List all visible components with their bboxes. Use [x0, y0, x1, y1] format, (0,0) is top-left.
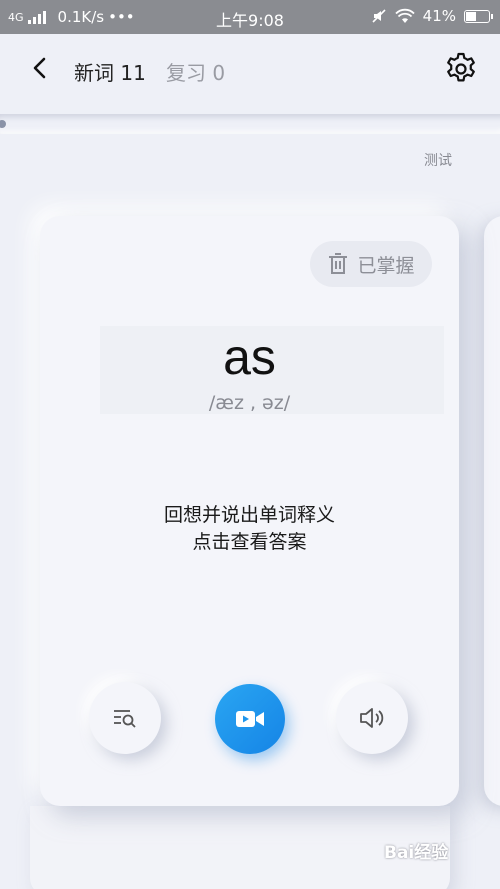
word-card[interactable]: 已掌握 as /æz , əz/ 回想并说出单词释义 点击查看答案	[40, 216, 459, 806]
video-camera-icon	[236, 711, 264, 727]
tab-new-words[interactable]: 新词 11	[74, 57, 146, 86]
chevron-left-icon[interactable]	[26, 54, 54, 82]
phonetic-text: /æz , əz/	[208, 392, 291, 414]
prompt-line-1: 回想并说出单词释义	[163, 504, 335, 526]
mastered-label: 已掌握	[357, 254, 415, 277]
battery-icon	[464, 9, 493, 23]
tab-review[interactable]: 复习 0	[166, 57, 225, 86]
progress-track	[0, 114, 500, 134]
gear-icon[interactable]	[443, 51, 479, 87]
screen: 4G 0.1K/s ••• 上午9:08 41% 新词 11 复习 0 测试 已…	[0, 0, 500, 889]
battery-percent: 41%	[422, 7, 456, 25]
word-text: as	[223, 329, 276, 385]
recall-prompt[interactable]: 回想并说出单词释义 点击查看答案	[40, 502, 459, 556]
status-bar: 4G 0.1K/s ••• 上午9:08 41%	[0, 0, 500, 34]
watermark: Bai经验	[384, 843, 449, 863]
wifi-icon	[395, 8, 415, 23]
status-right: 41%	[371, 7, 493, 25]
pronounce-button[interactable]	[336, 682, 408, 754]
lookup-button[interactable]	[89, 682, 161, 754]
trash-icon	[329, 253, 348, 274]
mute-icon	[372, 9, 386, 23]
header: 新词 11 复习 0	[0, 34, 500, 104]
battery-fill	[466, 11, 476, 21]
next-card-peek	[484, 216, 500, 806]
list-search-icon	[114, 710, 136, 728]
prompt-line-2: 点击查看答案	[192, 531, 307, 553]
video-button[interactable]	[215, 684, 285, 754]
speaker-icon	[360, 708, 384, 728]
mastered-button[interactable]: 已掌握	[310, 241, 432, 287]
test-link[interactable]: 测试	[424, 150, 452, 170]
